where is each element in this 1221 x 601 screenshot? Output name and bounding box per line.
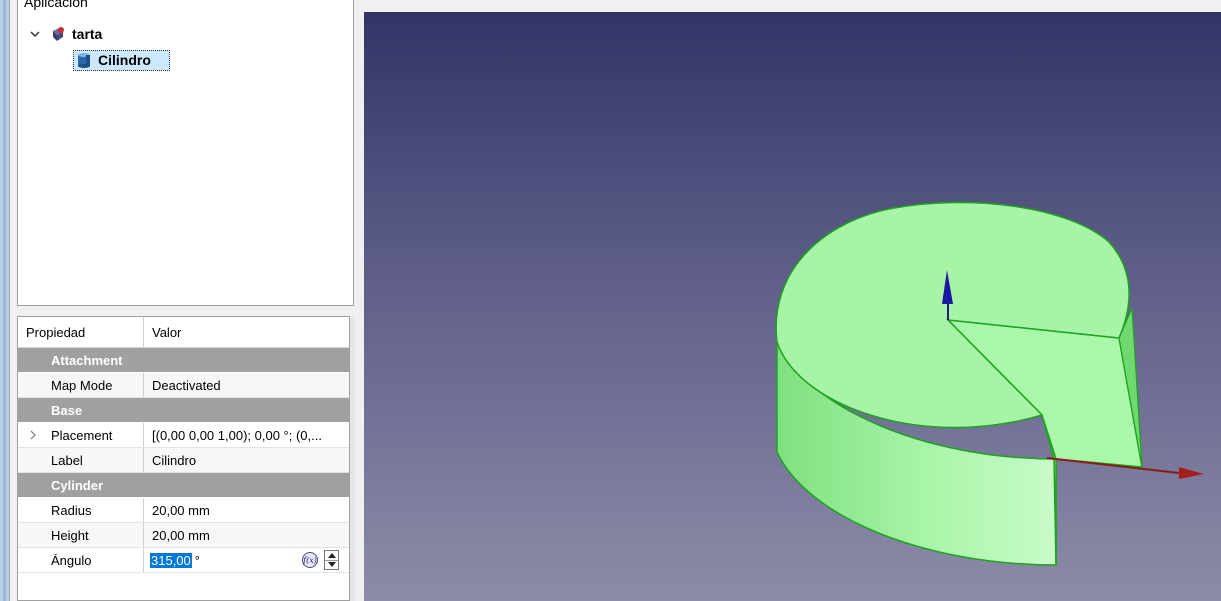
group-cylinder[interactable]: Cylinder xyxy=(18,473,349,498)
tree-item-document[interactable]: tarta xyxy=(28,24,102,44)
freecad-window: Aplicación tarta Cilindro Propiedad Valo… xyxy=(0,0,1221,601)
tree-header-label: Aplicación xyxy=(24,0,88,10)
property-name: Label xyxy=(18,448,144,472)
property-value[interactable]: 20,00 mm xyxy=(144,503,349,518)
property-name: Radius xyxy=(18,498,144,522)
property-row-radius[interactable]: Radius 20,00 mm xyxy=(18,498,349,523)
group-label: Attachment xyxy=(51,352,123,368)
panel-splitter[interactable] xyxy=(355,0,364,601)
cylinder-label: Cilindro xyxy=(98,52,151,68)
3d-viewport[interactable] xyxy=(364,12,1221,601)
spinbox-arrows-icon[interactable] xyxy=(324,550,339,570)
dock-edge-strip xyxy=(0,0,10,601)
property-header-row: Propiedad Valor xyxy=(18,317,349,348)
property-row-label[interactable]: Label Cilindro xyxy=(18,448,349,473)
group-label: Base xyxy=(51,402,83,418)
angle-value-selected[interactable]: 315,00 xyxy=(150,553,192,568)
angle-unit: ° xyxy=(194,553,200,568)
spin-down-button[interactable] xyxy=(325,560,338,569)
selected-tree-item[interactable]: Cilindro xyxy=(73,49,170,71)
angle-input[interactable]: 315,00 ° xyxy=(150,553,200,568)
property-value[interactable]: 20,00 mm xyxy=(144,528,349,543)
group-attachment[interactable]: Attachment xyxy=(18,348,349,373)
chevron-down-icon[interactable] xyxy=(28,27,42,41)
property-row-angle[interactable]: Ángulo 315,00 ° f(x) xyxy=(18,548,349,573)
property-view-panel: Propiedad Valor Attachment Map Mode Deac… xyxy=(17,316,350,601)
tree-view-panel: Aplicación tarta Cilindro xyxy=(17,0,354,306)
property-name: Ángulo xyxy=(18,548,144,572)
group-base[interactable]: Base xyxy=(18,398,349,423)
3d-scene xyxy=(775,201,1204,566)
column-header-value[interactable]: Valor xyxy=(144,325,349,340)
column-header-property[interactable]: Propiedad xyxy=(18,317,144,347)
fx-icon[interactable]: f(x) xyxy=(301,551,319,569)
property-row-map-mode[interactable]: Map Mode Deactivated xyxy=(18,373,349,398)
document-icon xyxy=(50,26,66,42)
svg-text:f(x): f(x) xyxy=(302,556,317,565)
property-value[interactable]: [(0,00 0,00 1,00); 0,00 °; (0,... xyxy=(144,428,349,443)
property-name: Height xyxy=(18,523,144,547)
cylinder-icon xyxy=(76,52,92,68)
tree-item-cylinder[interactable]: Cilindro xyxy=(73,49,170,71)
property-name: Map Mode xyxy=(18,373,144,397)
property-value[interactable]: Deactivated xyxy=(144,378,349,393)
property-table: Propiedad Valor Attachment Map Mode Deac… xyxy=(18,317,349,573)
property-row-placement[interactable]: Placement [(0,00 0,00 1,00); 0,00 °; (0,… xyxy=(18,423,349,448)
property-value[interactable]: Cilindro xyxy=(144,453,349,468)
chevron-right-icon[interactable] xyxy=(28,429,38,441)
dock-edge-handle[interactable] xyxy=(3,0,6,601)
property-row-height[interactable]: Height 20,00 mm xyxy=(18,523,349,548)
document-label: tarta xyxy=(72,26,103,42)
angle-editor[interactable]: 315,00 ° f(x) xyxy=(144,548,349,573)
group-label: Cylinder xyxy=(51,477,104,493)
x-axis-arrow xyxy=(1179,467,1204,479)
